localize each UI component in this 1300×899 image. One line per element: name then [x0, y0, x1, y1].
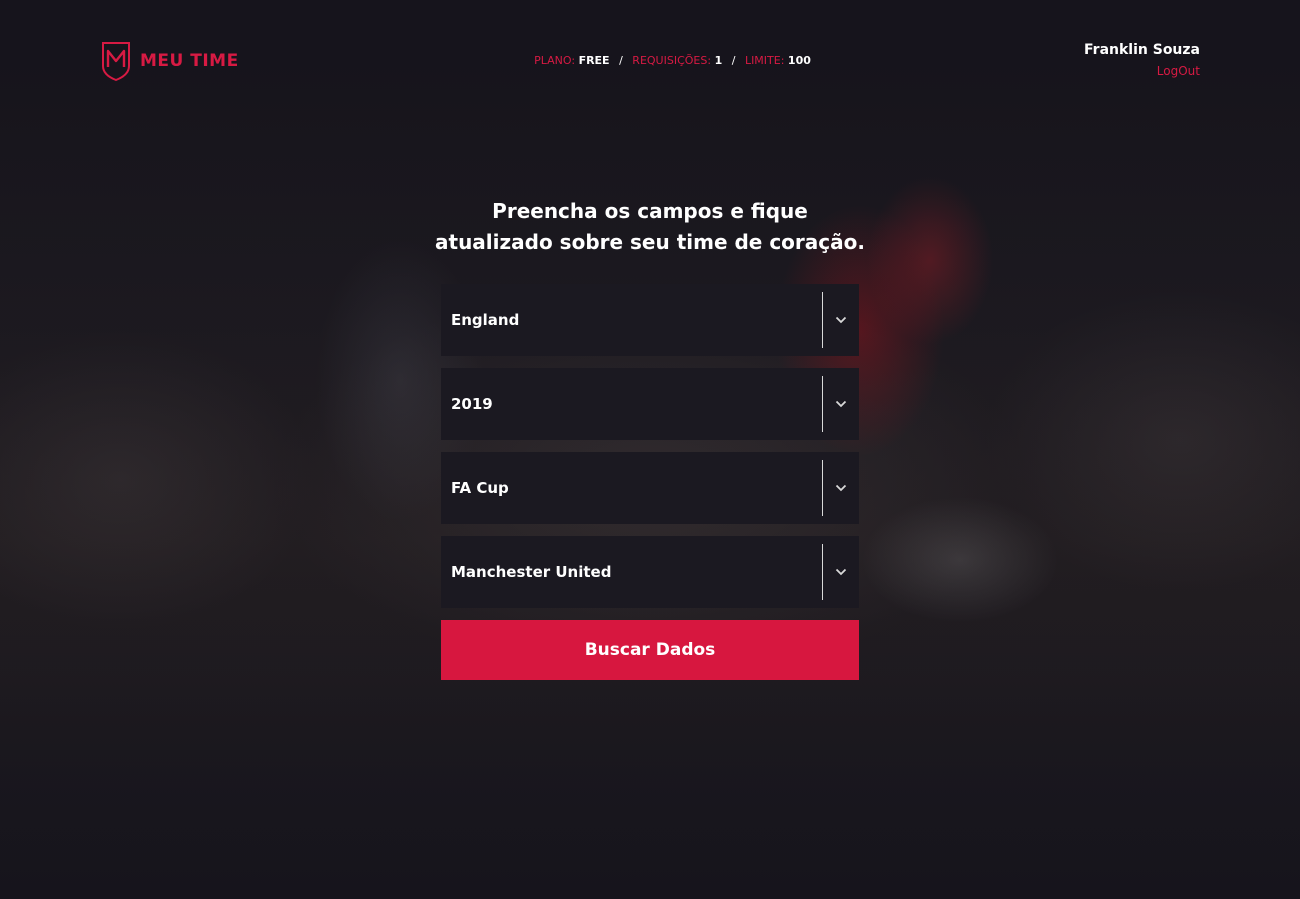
requests-label: REQUISIÇÕES: — [632, 54, 712, 67]
separator: / — [731, 54, 736, 67]
brand-logo[interactable]: MEU TIME — [100, 40, 239, 82]
league-select-value: FA Cup — [451, 479, 509, 497]
search-form: England 2019 FA Cup Manchester United Bu… — [441, 284, 859, 680]
chevron-down-icon[interactable] — [823, 284, 859, 356]
limit-value: 100 — [787, 54, 811, 67]
league-select[interactable]: FA Cup — [441, 452, 859, 524]
headline-line-1: Preencha os campos e fique — [492, 199, 808, 223]
country-select-value: England — [451, 311, 520, 329]
limit-label: LIMITE: — [744, 54, 785, 67]
headline-line-2: atualizado sobre seu time de coração. — [435, 230, 865, 254]
plan-value: FREE — [578, 54, 610, 67]
country-select[interactable]: England — [441, 284, 859, 356]
team-select[interactable]: Manchester United — [441, 536, 859, 608]
logout-link[interactable]: LogOut — [1084, 64, 1200, 78]
page-headline: Preencha os campos e fique atualizado so… — [400, 196, 900, 258]
user-name: Franklin Souza — [1084, 42, 1200, 58]
season-select-value: 2019 — [451, 395, 493, 413]
chevron-down-icon[interactable] — [823, 452, 859, 524]
search-data-button[interactable]: Buscar Dados — [441, 620, 859, 680]
requests-value: 1 — [714, 54, 723, 67]
team-select-value: Manchester United — [451, 563, 612, 581]
season-select[interactable]: 2019 — [441, 368, 859, 440]
chevron-down-icon[interactable] — [823, 536, 859, 608]
shield-m-icon — [102, 42, 130, 82]
separator: / — [619, 54, 623, 67]
brand-name: MEU TIME — [140, 51, 239, 71]
plan-label: PLANO: — [534, 54, 576, 67]
user-menu: Franklin Souza LogOut — [1084, 42, 1200, 78]
chevron-down-icon[interactable] — [823, 368, 859, 440]
plan-status-bar: PLANO: FREE / REQUISIÇÕES: 1 / LIMITE: 1… — [530, 54, 815, 67]
